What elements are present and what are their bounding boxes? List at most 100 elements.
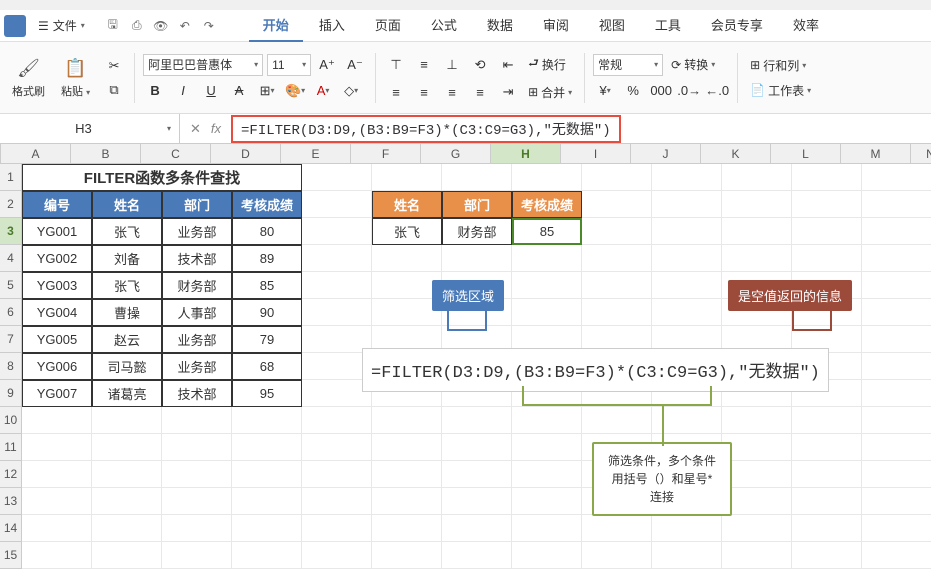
orientation-icon[interactable]: ⟲ xyxy=(468,54,492,76)
col-header-A[interactable]: A xyxy=(1,144,71,164)
tab-view[interactable]: 视图 xyxy=(585,9,639,42)
dec-dec-icon[interactable]: ←.0 xyxy=(705,80,729,102)
strikethrough-button[interactable]: A xyxy=(227,80,251,102)
wrap-button[interactable]: ⮐ 换行 xyxy=(524,52,570,77)
cell[interactable]: 司马懿 xyxy=(92,353,162,380)
cell[interactable]: YG004 xyxy=(22,299,92,326)
col-header-C[interactable]: C xyxy=(141,144,211,164)
indent-inc-icon[interactable]: ⇥ xyxy=(496,81,520,103)
row-header-9[interactable]: 9 xyxy=(0,380,22,407)
cell[interactable]: 曹操 xyxy=(92,299,162,326)
row-header-10[interactable]: 10 xyxy=(0,407,22,434)
font-select[interactable]: 阿里巴巴普惠体▾ xyxy=(143,54,263,76)
italic-button[interactable]: I xyxy=(171,80,195,102)
print-icon[interactable]: ⎙ xyxy=(129,18,145,34)
row-header-14[interactable]: 14 xyxy=(0,515,22,542)
fill-color-button[interactable]: 🎨▾ xyxy=(283,80,307,102)
format-painter-button[interactable]: 🖌 格式刷 xyxy=(8,53,49,103)
cell[interactable]: 财务部 xyxy=(442,218,512,245)
tab-review[interactable]: 审阅 xyxy=(529,9,583,42)
tab-insert[interactable]: 插入 xyxy=(305,9,359,42)
col-header-J[interactable]: J xyxy=(631,144,701,164)
cell[interactable]: YG001 xyxy=(22,218,92,245)
col-header-D[interactable]: D xyxy=(211,144,281,164)
row-header-11[interactable]: 11 xyxy=(0,434,22,461)
cell[interactable]: 90 xyxy=(232,299,302,326)
col-header-N[interactable]: N xyxy=(911,144,931,164)
cell[interactable]: YG007 xyxy=(22,380,92,407)
copy-icon[interactable]: ⧉ xyxy=(102,79,126,101)
col-header-G[interactable]: G xyxy=(421,144,491,164)
file-menu[interactable]: ☰ 文件 ▾ xyxy=(30,13,93,38)
align-left-icon[interactable]: ≡ xyxy=(384,81,408,103)
cell[interactable]: 人事部 xyxy=(162,299,232,326)
align-top-icon[interactable]: ⊤ xyxy=(384,54,408,76)
tab-formula[interactable]: 公式 xyxy=(417,9,471,42)
percent-icon[interactable]: % xyxy=(621,80,645,102)
col-header-H[interactable]: H xyxy=(491,144,561,164)
font-size-select[interactable]: 11▾ xyxy=(267,54,311,76)
row-header-2[interactable]: 2 xyxy=(0,191,22,218)
align-middle-icon[interactable]: ≡ xyxy=(412,54,436,76)
cancel-icon[interactable]: ✕ xyxy=(190,121,201,137)
tab-efficiency[interactable]: 效率 xyxy=(779,9,833,42)
cell[interactable]: 张飞 xyxy=(92,218,162,245)
cell[interactable]: 姓名 xyxy=(92,191,162,218)
row-header-3[interactable]: 3 xyxy=(0,218,22,245)
row-header-6[interactable]: 6 xyxy=(0,299,22,326)
align-center-icon[interactable]: ≡ xyxy=(412,81,436,103)
row-header-1[interactable]: 1 xyxy=(0,164,22,191)
align-right-icon[interactable]: ≡ xyxy=(440,81,464,103)
cell[interactable]: 部门 xyxy=(442,191,512,218)
cell[interactable]: 赵云 xyxy=(92,326,162,353)
cell[interactable]: 技术部 xyxy=(162,245,232,272)
cell[interactable]: 张飞 xyxy=(92,272,162,299)
cell[interactable]: YG006 xyxy=(22,353,92,380)
cell[interactable]: 姓名 xyxy=(372,191,442,218)
row-header-13[interactable]: 13 xyxy=(0,488,22,515)
row-header-7[interactable]: 7 xyxy=(0,326,22,353)
indent-dec-icon[interactable]: ⇤ xyxy=(496,54,520,76)
row-header-12[interactable]: 12 xyxy=(0,461,22,488)
cell[interactable]: YG005 xyxy=(22,326,92,353)
cell[interactable]: 79 xyxy=(232,326,302,353)
col-header-K[interactable]: K xyxy=(701,144,771,164)
cell[interactable]: 80 xyxy=(232,218,302,245)
justify-icon[interactable]: ≡ xyxy=(468,81,492,103)
bold-button[interactable]: B xyxy=(143,80,167,102)
cell[interactable]: 考核成绩 xyxy=(232,191,302,218)
col-header-I[interactable]: I xyxy=(561,144,631,164)
fx-icon[interactable]: fx xyxy=(211,121,221,136)
cell[interactable]: 95 xyxy=(232,380,302,407)
formula-input-wrap[interactable]: =FILTER(D3:D9,(B3:B9=F3)*(C3:C9=G3),"无数据… xyxy=(231,115,931,143)
comma-icon[interactable]: 000 xyxy=(649,80,673,102)
paste-button[interactable]: 📋 粘贴 ▾ xyxy=(57,53,94,103)
decrease-font-icon[interactable]: A⁻ xyxy=(343,54,367,76)
undo-icon[interactable]: ↶ xyxy=(177,18,193,34)
row-header-15[interactable]: 15 xyxy=(0,542,22,569)
preview-icon[interactable]: 👁 xyxy=(153,18,169,34)
redo-icon[interactable]: ↷ xyxy=(201,18,217,34)
cell[interactable]: 68 xyxy=(232,353,302,380)
tab-start[interactable]: 开始 xyxy=(249,9,303,42)
row-header-4[interactable]: 4 xyxy=(0,245,22,272)
underline-button[interactable]: U xyxy=(199,80,223,102)
increase-font-icon[interactable]: A⁺ xyxy=(315,54,339,76)
col-header-M[interactable]: M xyxy=(841,144,911,164)
col-header-F[interactable]: F xyxy=(351,144,421,164)
cell[interactable]: 部门 xyxy=(162,191,232,218)
dec-inc-icon[interactable]: .0→ xyxy=(677,80,701,102)
cell[interactable]: 财务部 xyxy=(162,272,232,299)
cell[interactable]: 考核成绩 xyxy=(512,191,582,218)
cell[interactable]: YG003 xyxy=(22,272,92,299)
tab-page[interactable]: 页面 xyxy=(361,9,415,42)
name-box[interactable]: H3 ▾ xyxy=(0,114,180,144)
border-button[interactable]: ⊞▾ xyxy=(255,80,279,102)
row-header-8[interactable]: 8 xyxy=(0,353,22,380)
cell[interactable]: 85 xyxy=(512,218,582,245)
cell[interactable]: 编号 xyxy=(22,191,92,218)
cell[interactable]: FILTER函数多条件查找 xyxy=(22,164,302,191)
col-header-E[interactable]: E xyxy=(281,144,351,164)
highlight-button[interactable]: ◇▾ xyxy=(339,80,363,102)
tab-member[interactable]: 会员专享 xyxy=(697,9,777,42)
